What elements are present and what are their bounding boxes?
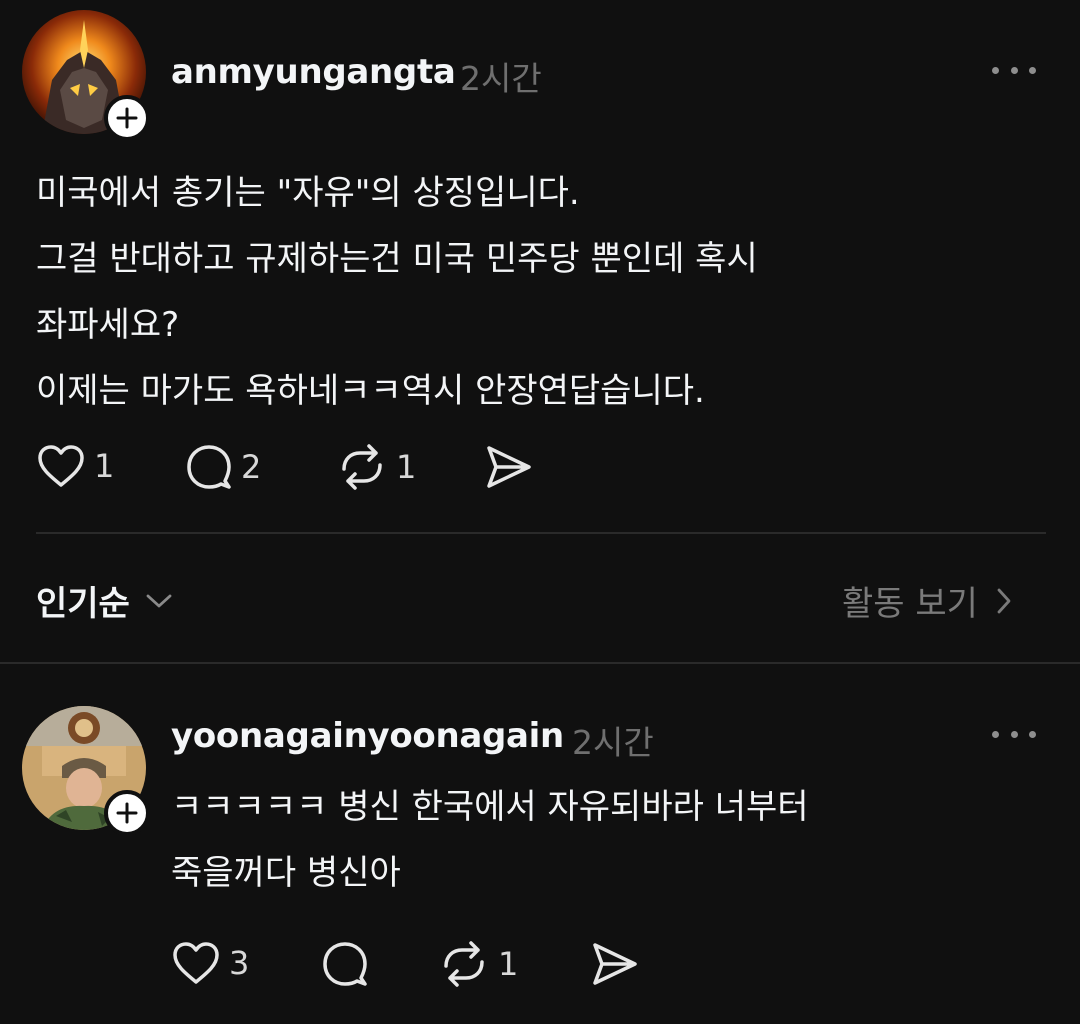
comment-bubble-icon xyxy=(323,942,367,986)
repost-button[interactable]: 1 xyxy=(336,443,416,491)
more-dots-icon[interactable] xyxy=(992,724,1036,744)
repost-icon xyxy=(342,444,382,490)
reply-follow-button[interactable] xyxy=(104,790,150,836)
sort-dropdown[interactable]: 인기순 xyxy=(36,576,174,625)
more-dots-icon[interactable] xyxy=(992,60,1036,80)
post-divider xyxy=(36,532,1046,534)
post-body: 미국에서 총기는 "자유"의 상징입니다. 그걸 반대하고 규제하는건 미국 민… xyxy=(36,160,758,424)
post-line: 이제는 마가도 욕하네ㅋㅋ역시 안장연답습니다. xyxy=(36,371,705,411)
post-timestamp: 2시간 xyxy=(460,59,542,98)
chevron-down-icon xyxy=(146,594,172,607)
reply-like-button[interactable]: 3 xyxy=(171,940,249,986)
send-icon xyxy=(487,446,531,488)
chevron-right-icon xyxy=(997,588,1011,613)
post-line: 그걸 반대하고 규제하는건 미국 민주당 뿐인데 혹시 xyxy=(36,239,758,279)
reply-repost-button[interactable]: 1 xyxy=(438,940,518,988)
plus-icon xyxy=(116,802,138,824)
comment-bubble-icon xyxy=(187,445,231,489)
post-username[interactable]: anmyungangta xyxy=(171,52,456,92)
heart-icon xyxy=(38,445,84,487)
like-button[interactable]: 1 xyxy=(36,443,114,489)
reply-repost-count: 1 xyxy=(498,945,519,983)
view-activity-link[interactable]: 활동 보기 xyxy=(842,576,1014,625)
sort-label: 인기순 xyxy=(36,584,130,624)
follow-button[interactable] xyxy=(104,95,150,141)
comment-button[interactable]: 2 xyxy=(185,443,261,491)
comment-count: 2 xyxy=(241,448,262,486)
reply-line: 죽을꺼다 병신아 xyxy=(171,853,401,893)
reply-username[interactable]: yoonagainyoonagain xyxy=(171,716,564,756)
send-icon xyxy=(593,943,637,985)
post-line: 좌파세요? xyxy=(36,305,180,345)
reply-body: ㅋㅋㅋㅋㅋ 병신 한국에서 자유되바라 너부터 죽을꺼다 병신아 xyxy=(171,774,809,906)
post-line: 미국에서 총기는 "자유"의 상징입니다. xyxy=(36,173,580,213)
reply-comment-button[interactable] xyxy=(321,940,369,988)
repost-count: 1 xyxy=(396,448,417,486)
reply-timestamp: 2시간 xyxy=(572,723,654,762)
share-button[interactable] xyxy=(484,443,534,491)
reply-like-count: 3 xyxy=(229,944,250,982)
reply-share-button[interactable] xyxy=(590,940,640,988)
reply-line: ㅋㅋㅋㅋㅋ 병신 한국에서 자유되바라 너부터 xyxy=(171,787,809,827)
repost-icon xyxy=(444,941,484,987)
activity-label: 활동 보기 xyxy=(842,584,978,624)
plus-icon xyxy=(116,107,138,129)
section-divider xyxy=(0,662,1080,664)
like-count: 1 xyxy=(94,447,115,485)
heart-icon xyxy=(173,942,219,984)
